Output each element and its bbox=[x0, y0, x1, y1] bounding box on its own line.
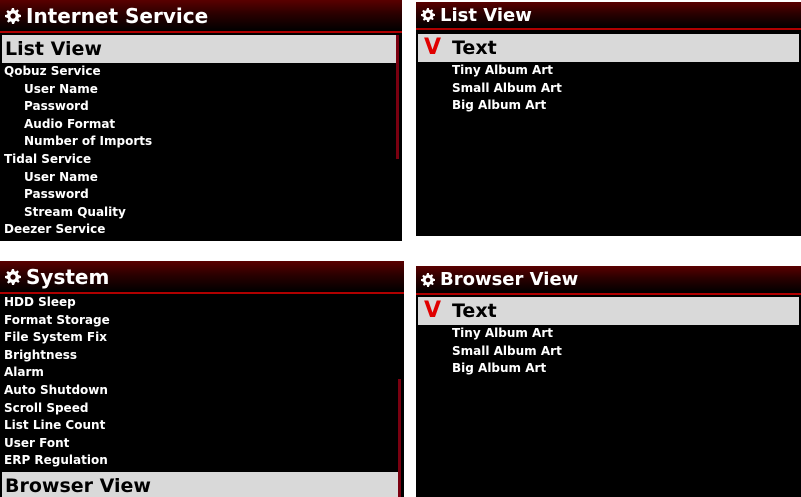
option-list: V Text Tiny Album Art Small Album Art Bi… bbox=[416, 297, 801, 378]
menu-item-stream-quality[interactable]: Stream Quality bbox=[0, 204, 402, 222]
option-big-album-art[interactable]: Big Album Art bbox=[416, 360, 801, 378]
menu-item-file-system-fix[interactable]: File System Fix bbox=[0, 329, 404, 347]
menu-item-qobuz-user-name[interactable]: User Name bbox=[0, 81, 402, 99]
option-big-album-art[interactable]: Big Album Art bbox=[416, 97, 801, 115]
menu-item-deezer-service[interactable]: Deezer Service bbox=[0, 221, 402, 239]
menu-item-alarm[interactable]: Alarm bbox=[0, 364, 404, 382]
menu-item-qobuz-password[interactable]: Password bbox=[0, 98, 402, 116]
panel-title: Browser View bbox=[440, 269, 579, 290]
internet-service-panel: Internet Service List View Qobuz Service… bbox=[0, 0, 402, 241]
panel-title-bar: List View bbox=[416, 2, 801, 30]
option-text-selected[interactable]: V Text bbox=[418, 297, 799, 325]
system-panel: System HDD Sleep Format Storage File Sys… bbox=[0, 261, 404, 497]
menu-item-brightness[interactable]: Brightness bbox=[0, 347, 404, 365]
menu-item-hdd-sleep[interactable]: HDD Sleep bbox=[0, 294, 404, 312]
option-tiny-album-art[interactable]: Tiny Album Art bbox=[416, 325, 801, 343]
menu-item-audio-format[interactable]: Audio Format bbox=[0, 116, 402, 134]
menu-item-auto-shutdown[interactable]: Auto Shutdown bbox=[0, 382, 404, 400]
menu-item-tidal-service[interactable]: Tidal Service bbox=[0, 151, 402, 169]
menu-item-qobuz-service[interactable]: Qobuz Service bbox=[0, 63, 402, 81]
panel-title-bar: Internet Service bbox=[0, 0, 402, 33]
panel-title: List View bbox=[440, 4, 532, 26]
browser-view-panel: Browser View V Text Tiny Album Art Small… bbox=[416, 266, 801, 497]
option-label: Text bbox=[452, 300, 497, 322]
option-list: V Text Tiny Album Art Small Album Art Bi… bbox=[416, 34, 801, 115]
gear-icon bbox=[5, 7, 21, 24]
checkmark-icon: V bbox=[424, 35, 442, 60]
menu-list: List View Qobuz Service User Name Passwo… bbox=[0, 35, 402, 239]
option-text-selected[interactable]: V Text bbox=[418, 34, 799, 62]
option-small-album-art[interactable]: Small Album Art bbox=[416, 80, 801, 98]
panel-title: Internet Service bbox=[26, 3, 209, 28]
option-small-album-art[interactable]: Small Album Art bbox=[416, 343, 801, 361]
checkmark-icon: V bbox=[424, 298, 442, 323]
scrollbar[interactable] bbox=[396, 35, 399, 159]
gear-icon bbox=[421, 8, 435, 22]
menu-item-tidal-password[interactable]: Password bbox=[0, 186, 402, 204]
option-label: Text bbox=[452, 37, 497, 59]
scrollbar[interactable] bbox=[398, 379, 401, 497]
gear-icon bbox=[421, 272, 435, 287]
menu-item-list-view[interactable]: List View bbox=[2, 35, 396, 63]
menu-item-tidal-user-name[interactable]: User Name bbox=[0, 169, 402, 187]
list-view-panel: List View V Text Tiny Album Art Small Al… bbox=[416, 2, 801, 236]
menu-item-erp-regulation[interactable]: ERP Regulation bbox=[0, 452, 404, 470]
panel-title-bar: System bbox=[0, 261, 404, 294]
menu-item-number-of-imports[interactable]: Number of Imports bbox=[0, 133, 402, 151]
menu-item-scroll-speed[interactable]: Scroll Speed bbox=[0, 400, 404, 418]
menu-item-user-font[interactable]: User Font bbox=[0, 435, 404, 453]
menu-item-browser-view[interactable]: Browser View bbox=[2, 471, 398, 497]
panel-title: System bbox=[26, 264, 110, 289]
menu-list: HDD Sleep Format Storage File System Fix… bbox=[0, 294, 404, 497]
menu-item-format-storage[interactable]: Format Storage bbox=[0, 312, 404, 330]
option-tiny-album-art[interactable]: Tiny Album Art bbox=[416, 62, 801, 80]
menu-item-list-line-count[interactable]: List Line Count bbox=[0, 417, 404, 435]
panel-title-bar: Browser View bbox=[416, 266, 801, 295]
gear-icon bbox=[5, 268, 21, 285]
